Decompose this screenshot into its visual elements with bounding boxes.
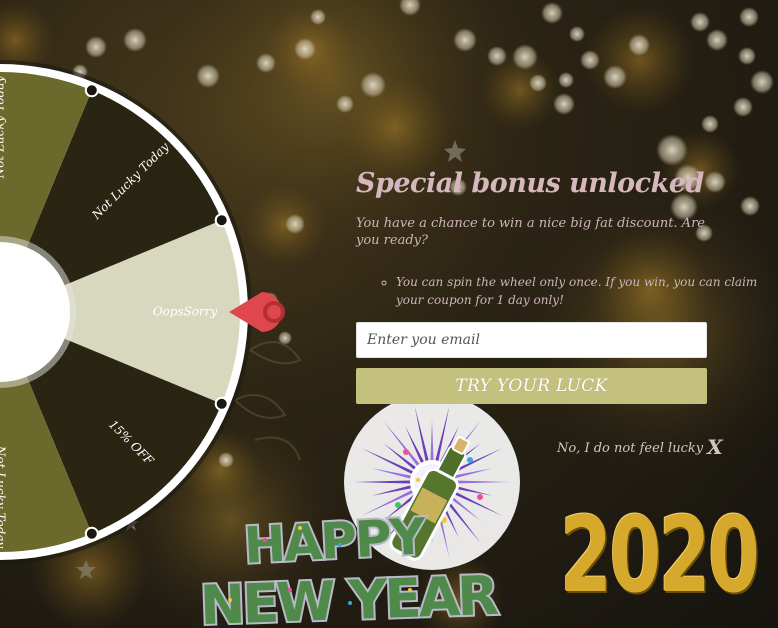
- decline-link[interactable]: No, I do not feel lucky X: [557, 435, 723, 459]
- wheel-peg: [214, 396, 229, 411]
- popup-title: Special bonus unlocked: [356, 168, 704, 199]
- wheel-segment-label: Not Lucky Today: [0, 76, 7, 180]
- svg-text:HAPPY: HAPPY: [242, 507, 428, 574]
- email-input[interactable]: [356, 322, 707, 358]
- wheel-segment-label: OopsSorry: [153, 305, 218, 319]
- decline-label: No, I do not feel lucky: [557, 441, 704, 456]
- svg-text:NEW YEAR: NEW YEAR: [199, 564, 499, 628]
- wheel-peg: [214, 213, 229, 228]
- popup-subtitle: You have a chance to win a nice big fat …: [356, 216, 705, 248]
- close-icon[interactable]: X: [707, 435, 723, 459]
- year-2020-graphic: 2020: [560, 494, 760, 616]
- rule-item: You can spin the wheel only once. If you…: [396, 273, 776, 309]
- try-your-luck-button[interactable]: TRY YOUR LUCK: [356, 368, 707, 404]
- wheel-peg: [84, 83, 99, 98]
- wheel-peg: [84, 526, 99, 541]
- rules-list: You can spin the wheel only once. If you…: [376, 273, 776, 309]
- wheel-segment-label: Not Lucky Today: [0, 445, 8, 549]
